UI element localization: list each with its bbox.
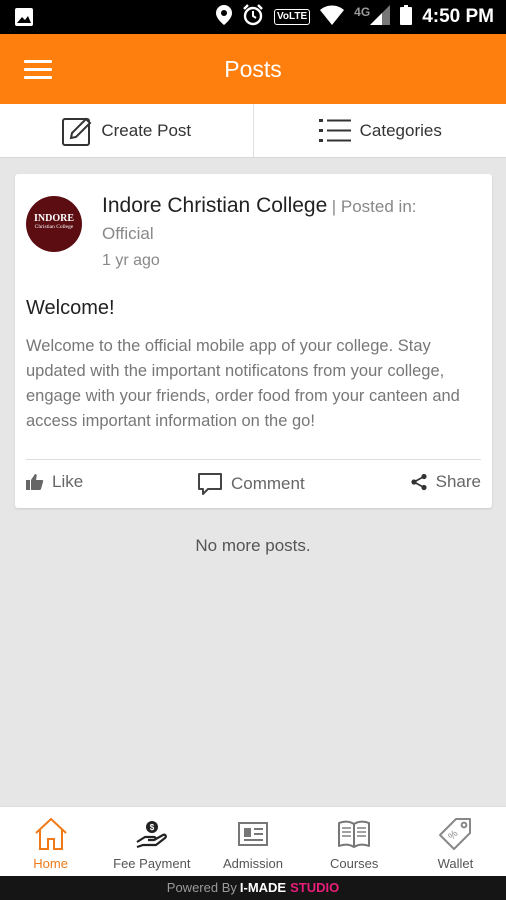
list-icon [318,118,351,142]
powered-by-label: Powered By [166,880,237,895]
share-label: Share [435,472,481,491]
nav-home-label: Home [33,856,68,871]
post-actions: Like Comment Share [26,470,481,498]
divider [26,459,481,460]
categories-label: Categories [359,120,442,140]
home-icon [34,817,67,850]
post-body: Welcome to the official mobile app of yo… [26,337,460,430]
admission-card-icon [238,822,268,846]
nav-admission-label: Admission [223,856,283,871]
college-avatar[interactable]: INDORE Christian College [26,196,82,252]
alarm-icon [242,3,264,31]
avatar-line-2: Christian College [34,224,74,230]
brand-accent: STUDIO [290,880,340,895]
tag-icon: % [439,818,472,850]
create-post-label: Create Post [101,120,192,140]
nav-wallet[interactable]: % Wallet [405,807,506,876]
like-label: Like [52,472,84,491]
create-post-button[interactable]: Create Post [0,104,254,157]
fee-payment-icon: $ [136,821,167,849]
status-time: 4:50 PM [422,6,494,27]
nav-courses-label: Courses [330,856,379,871]
comment-icon [198,473,222,495]
nav-home[interactable]: Home [0,807,101,876]
comment-button[interactable]: Comment [197,472,305,496]
share-button[interactable]: Share [410,472,481,492]
location-icon [215,4,232,30]
nav-fee-payment[interactable]: $ Fee Payment [101,807,202,876]
svg-text:$: $ [150,823,155,832]
edit-icon [62,117,92,146]
nav-admission[interactable]: Admission [202,807,303,876]
wifi-icon [320,5,345,30]
battery-icon [400,4,413,30]
nav-wallet-label: Wallet [437,856,474,871]
nav-fee-payment-label: Fee Payment [113,856,191,871]
feed-end-message: No more posts. [195,536,311,555]
post-time: 1 yr ago [102,252,160,269]
network-type: 4G [354,5,371,19]
post-author[interactable]: Indore Christian College [102,194,327,217]
nav-courses[interactable]: Courses [304,807,405,876]
brand-main: I-MADE [239,880,287,895]
svg-text:%: % [447,828,461,842]
post-card: INDORE Christian College Indore Christia… [15,174,492,508]
volte-indicator: VoLTE [273,9,311,25]
book-icon [338,820,371,848]
avatar-line-1: INDORE [33,213,74,224]
signal-icon [370,4,391,30]
categories-button[interactable]: Categories [254,104,506,157]
post-action-row: Create Post Categories [0,104,506,158]
post-title: Welcome! [26,297,115,319]
share-icon [411,473,427,491]
page-title: Posts [224,56,282,82]
comment-label: Comment [231,474,305,493]
bottom-nav: Home $ Fee Payment Admission Courses % W… [0,806,506,876]
thumbs-up-icon [26,474,44,490]
like-button[interactable]: Like [26,472,83,492]
post-category[interactable]: Official [102,224,472,244]
image-notification-icon [14,7,34,32]
status-bar: VoLTE 4G 4:50 PM [0,0,506,34]
posted-in-label: | Posted in: [331,197,417,216]
powered-by-footer: Powered By I-MADE STUDIO [0,876,506,900]
post-header: Indore Christian College | Posted in: Of… [102,194,472,270]
app-bar: Posts [0,34,506,104]
